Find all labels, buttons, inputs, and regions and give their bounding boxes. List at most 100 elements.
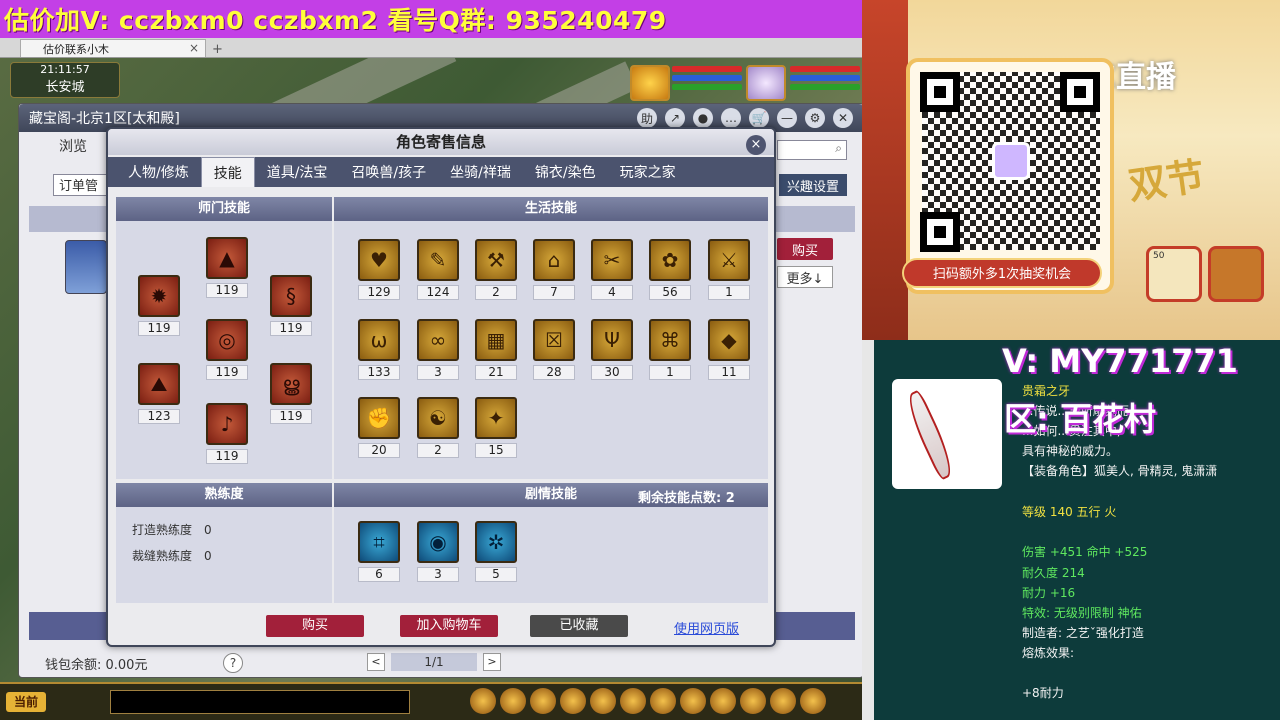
life-skill[interactable]: ✂ 4 — [591, 239, 633, 300]
skill-level: 2 — [475, 285, 517, 300]
skill-level: 11 — [708, 365, 750, 380]
life-skill[interactable]: ω 133 — [358, 319, 400, 380]
settings-icon[interactable]: ⚙ — [805, 108, 825, 128]
buy-button[interactable]: 购买 — [266, 615, 364, 637]
wallet-balance: 钱包余额: 0.00元 — [45, 658, 148, 673]
shortcut-icon[interactable] — [590, 688, 616, 714]
interest-settings-button[interactable]: 兴趣设置 — [779, 174, 847, 196]
pet-avatar[interactable] — [630, 65, 670, 101]
life-skill[interactable]: ⌂ 7 — [533, 239, 575, 300]
add-to-cart-button[interactable]: 加入购物车 — [400, 615, 498, 637]
tab-skills[interactable]: 技能 — [200, 157, 255, 187]
school-skill[interactable]: ◎ 119 — [206, 319, 248, 380]
quick-icons — [470, 688, 826, 714]
listing-buy-button[interactable]: 购买 — [777, 238, 833, 260]
close-icon[interactable]: × — [746, 135, 766, 155]
life-skill[interactable]: ✿ 56 — [649, 239, 691, 300]
skill-icon: Ψ — [591, 319, 633, 361]
prev-page-button[interactable]: < — [367, 653, 385, 671]
life-skill[interactable]: ✦ 15 — [475, 397, 517, 458]
story-skill[interactable]: ◉ 3 — [417, 521, 459, 582]
reward-card: 50 — [1146, 246, 1202, 302]
listing-more-button[interactable]: 更多↓ — [777, 266, 833, 288]
tab-home[interactable]: 玩家之家 — [608, 157, 688, 187]
promo-panel: CC直播 双节 扫码额外多1次抽奖机会 50 — [862, 0, 1280, 340]
shortcut-icon[interactable] — [650, 688, 676, 714]
story-skill[interactable]: ⌗ 6 — [358, 521, 400, 582]
modal-title: 角色寄售信息 — [108, 129, 774, 155]
life-skill[interactable]: ⌘ 1 — [649, 319, 691, 380]
school-skill[interactable]: ♪ 119 — [206, 403, 248, 464]
tab-items[interactable]: 道具/法宝 — [255, 157, 340, 187]
school-skill[interactable]: ൠ 119 — [270, 363, 312, 424]
life-skill[interactable]: ☯ 2 — [417, 397, 459, 458]
next-page-button[interactable]: > — [483, 653, 501, 671]
forge-proficiency: 打造熟练度 0 — [132, 521, 212, 538]
web-version-link[interactable]: 使用网页版 — [674, 618, 739, 637]
tab-outfits[interactable]: 锦衣/染色 — [523, 157, 608, 187]
life-skill[interactable]: ∞ 3 — [417, 319, 459, 380]
banner-text: 估价加V: cczbxm0 cczbxm2 看号Q群: 935240479 — [4, 6, 667, 35]
skill-icon: ⌘ — [649, 319, 691, 361]
order-management-button[interactable]: 订单管 — [53, 174, 113, 196]
chat-icon[interactable]: … — [721, 108, 741, 128]
skill-icon: ⌗ — [358, 521, 400, 563]
life-skill[interactable]: ⚒ 2 — [475, 239, 517, 300]
shortcut-icon[interactable] — [710, 688, 736, 714]
skill-level: 124 — [417, 285, 459, 300]
shortcut-icon[interactable] — [530, 688, 556, 714]
player-avatar[interactable] — [746, 65, 786, 101]
browse-tab[interactable]: 浏览 — [59, 136, 87, 156]
school-skills-header: 师门技能 — [116, 197, 332, 221]
proficiency-header: 熟练度 — [116, 483, 332, 507]
help-icon[interactable]: ? — [223, 653, 243, 673]
skill-icon: ✿ — [649, 239, 691, 281]
school-skill[interactable]: ✹ 119 — [138, 275, 180, 336]
cart-icon[interactable]: 🛒 — [749, 108, 769, 128]
life-skill[interactable]: ⚔ 1 — [708, 239, 750, 300]
skill-icon: ⚔ — [708, 239, 750, 281]
story-skill[interactable]: ✲ 5 — [475, 521, 517, 582]
close-icon[interactable]: × — [189, 41, 199, 55]
school-skill[interactable]: ⛰ 123 — [138, 363, 180, 424]
shortcut-icon[interactable] — [470, 688, 496, 714]
current-channel-button[interactable]: 当前 — [6, 692, 46, 712]
shortcut-icon[interactable] — [800, 688, 826, 714]
life-skill[interactable]: ♥ 129 — [358, 239, 400, 300]
favorited-button[interactable]: 已收藏 — [530, 615, 628, 637]
pet-status-bars — [672, 66, 742, 93]
item-desc: 具有神秘的威力。 — [1022, 444, 1119, 458]
life-skill[interactable]: ▦ 21 — [475, 319, 517, 380]
school-skill[interactable]: ▲ 119 — [206, 237, 248, 298]
new-tab-button[interactable]: + — [212, 42, 223, 57]
shortcut-icon[interactable] — [560, 688, 586, 714]
skill-icon: ✂ — [591, 239, 633, 281]
close-icon[interactable]: ✕ — [833, 108, 853, 128]
record-icon[interactable]: ● — [693, 108, 713, 128]
skill-level: 3 — [417, 567, 459, 582]
help-icon[interactable]: 助 — [637, 108, 657, 128]
browser-tab[interactable]: 估价联系小木 × — [20, 39, 206, 57]
item-smelt-value: +8耐力 — [1022, 686, 1064, 700]
shortcut-icon[interactable] — [740, 688, 766, 714]
life-skill[interactable]: ☒ 28 — [533, 319, 575, 380]
school-skill[interactable]: § 119 — [270, 275, 312, 336]
skill-icon: ω — [358, 319, 400, 361]
minimize-icon[interactable]: — — [777, 108, 797, 128]
search-icon[interactable]: ⌕ — [777, 140, 847, 160]
skill-icon: ◆ — [708, 319, 750, 361]
tab-mounts[interactable]: 坐骑/祥瑞 — [438, 157, 523, 187]
life-skill[interactable]: ◆ 11 — [708, 319, 750, 380]
tab-character[interactable]: 人物/修炼 — [116, 157, 201, 187]
life-skill[interactable]: Ψ 30 — [591, 319, 633, 380]
shortcut-icon[interactable] — [620, 688, 646, 714]
life-skill[interactable]: ✎ 124 — [417, 239, 459, 300]
chat-input[interactable] — [110, 690, 410, 714]
share-icon[interactable]: ↗ — [665, 108, 685, 128]
life-skill[interactable]: ✊ 20 — [358, 397, 400, 458]
tab-pets[interactable]: 召唤兽/孩子 — [339, 157, 438, 187]
shortcut-icon[interactable] — [770, 688, 796, 714]
shortcut-icon[interactable] — [680, 688, 706, 714]
shortcut-icon[interactable] — [500, 688, 526, 714]
listing-avatar[interactable] — [65, 240, 107, 294]
